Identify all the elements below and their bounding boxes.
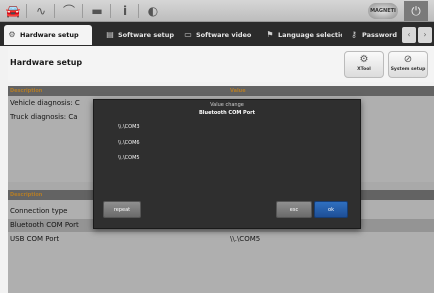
dialog-title: Value change (210, 102, 244, 108)
gear-icon: ⚙ (8, 30, 16, 39)
divider (82, 4, 83, 18)
port-option[interactable]: \\.\COM3 (118, 124, 140, 130)
tab-hardware-setup[interactable]: ⚙ Hardware setup (4, 25, 92, 45)
monitor-icon: ▭ (184, 30, 192, 39)
tab-label: Password (362, 31, 398, 39)
folder-icon[interactable]: ▬ (86, 3, 108, 19)
tab-software-setup[interactable]: ▤ Software setup (102, 25, 174, 45)
page-header: Hardware setup ⚙ XTool ⊘ System setup (8, 46, 434, 82)
xtool-button[interactable]: ⚙ XTool (344, 51, 384, 78)
divider (110, 4, 111, 18)
car-icon[interactable]: 🚘 (2, 3, 24, 19)
info-icon[interactable]: i (114, 3, 136, 19)
xtool-label: XTool (357, 67, 371, 72)
port-option[interactable]: \\.\COM5 (118, 155, 140, 161)
tab-label: Language selection (278, 31, 342, 39)
brand-logo: MAGNETI (368, 3, 398, 19)
gear-icon: ⚙ (359, 54, 369, 65)
system-setup-label: System setup (390, 67, 426, 72)
divider (138, 4, 139, 18)
document-icon: ▤ (106, 30, 114, 39)
tab-language-selection[interactable]: ⚑ Language selection (262, 25, 342, 45)
bulb-icon[interactable]: ◐ (142, 3, 164, 19)
connector-icon[interactable]: ⌒ (58, 3, 80, 19)
dialog-subtitle: Bluetooth COM Port (198, 110, 256, 116)
system-setup-button[interactable]: ⊘ System setup (388, 51, 428, 78)
scroll-left-button[interactable]: ‹ (402, 27, 416, 43)
tab-label: Software setup (118, 31, 174, 39)
page-title: Hardware setup (10, 58, 83, 67)
value-change-dialog: Value change Bluetooth COM Port \\.\COM3… (93, 99, 361, 229)
flag-icon: ⚑ (266, 30, 274, 39)
key-icon: ⚷ (351, 30, 357, 39)
tab-strip: ⚙ Hardware setup ▤ Software setup ▭ Soft… (0, 22, 434, 46)
waveform-icon[interactable]: ∿ (30, 3, 52, 19)
power-icon[interactable]: ⏻ (404, 1, 428, 21)
port-option[interactable]: \\.\COM6 (118, 140, 140, 146)
ok-button[interactable]: ok (314, 201, 348, 218)
tab-password[interactable]: ⚷ Password (346, 25, 402, 45)
divider (54, 4, 55, 18)
esc-button[interactable]: esc (276, 201, 312, 218)
tab-software-video[interactable]: ▭ Software video (180, 25, 258, 45)
tab-label: Hardware setup (20, 31, 79, 39)
tab-label: Software video (196, 31, 252, 39)
scroll-right-button[interactable]: › (418, 27, 432, 43)
divider (26, 4, 27, 18)
repeat-button[interactable]: repeat (103, 201, 141, 218)
compass-icon: ⊘ (403, 54, 413, 65)
top-toolbar: 🚘 ∿ ⌒ ▬ i ◐ MAGNETI ⏻ (0, 0, 434, 22)
